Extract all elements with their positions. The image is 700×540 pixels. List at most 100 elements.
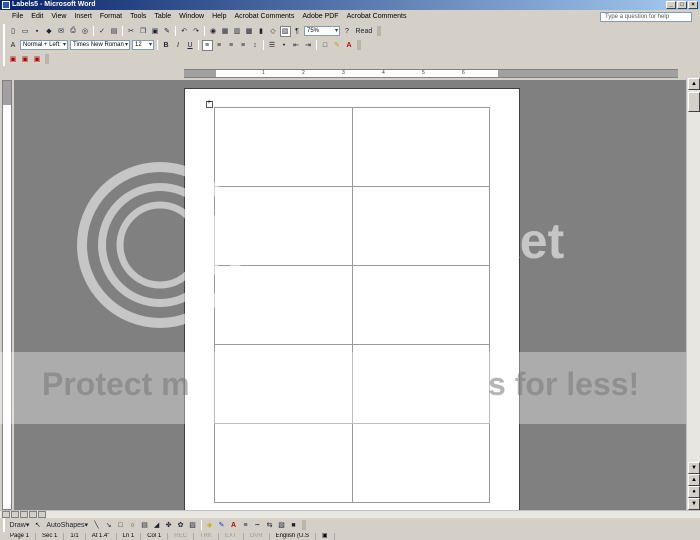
scroll-up-icon[interactable]: ▲ bbox=[688, 78, 700, 90]
label-cell[interactable] bbox=[214, 423, 353, 503]
menu-edit[interactable]: Edit bbox=[27, 11, 47, 23]
convert-pdf-icon[interactable]: ▣ bbox=[8, 54, 19, 65]
show-hide-icon[interactable]: ¶ bbox=[292, 26, 303, 37]
redo-icon[interactable]: ↷ bbox=[191, 26, 202, 37]
arrow-icon[interactable]: ↘ bbox=[103, 520, 114, 531]
status-ext[interactable]: EXT bbox=[219, 533, 244, 540]
menu-adobe-pdf[interactable]: Adobe PDF bbox=[298, 11, 342, 23]
excel-icon[interactable]: ▩ bbox=[244, 26, 255, 37]
permission-icon[interactable]: ◆ bbox=[44, 26, 55, 37]
help-icon[interactable]: ? bbox=[342, 26, 353, 37]
normal-view-icon[interactable] bbox=[2, 511, 10, 518]
line-spacing-icon[interactable]: ↕ bbox=[250, 40, 261, 51]
status-trk[interactable]: TRK bbox=[194, 533, 219, 540]
increase-indent-icon[interactable]: ⇥ bbox=[303, 40, 314, 51]
format-painter-icon[interactable]: ✎ bbox=[162, 26, 173, 37]
cut-icon[interactable]: ✂ bbox=[126, 26, 137, 37]
open-icon[interactable]: ▭ bbox=[20, 26, 31, 37]
select-browse-object-icon[interactable]: ● bbox=[688, 486, 700, 498]
menu-file[interactable]: File bbox=[8, 11, 27, 23]
tables-borders-icon[interactable]: ▦ bbox=[220, 26, 231, 37]
label-cell[interactable] bbox=[214, 186, 353, 266]
label-cell[interactable] bbox=[351, 423, 490, 503]
formatting-options-chevron[interactable] bbox=[357, 40, 361, 50]
zoom-select[interactable]: 75% bbox=[304, 26, 340, 36]
oval-icon[interactable]: ○ bbox=[127, 520, 138, 531]
minimize-button[interactable]: _ bbox=[666, 1, 676, 9]
font-size-select[interactable]: 12 bbox=[132, 40, 154, 50]
label-cell[interactable] bbox=[214, 344, 353, 424]
line-icon[interactable]: ╲ bbox=[91, 520, 102, 531]
fill-color-icon[interactable]: ◈ bbox=[204, 520, 215, 531]
research-icon[interactable]: ▤ bbox=[109, 26, 120, 37]
style-select[interactable]: Normal + Left: bbox=[20, 40, 68, 50]
next-page-icon[interactable]: ▼ bbox=[688, 498, 700, 510]
diagram-icon[interactable]: ✤ bbox=[163, 520, 174, 531]
bullets-icon[interactable]: • bbox=[279, 40, 290, 51]
paste-icon[interactable]: ▣ bbox=[150, 26, 161, 37]
email-icon[interactable]: ✉ bbox=[56, 26, 67, 37]
pdf-review-icon[interactable]: ▣ bbox=[32, 54, 43, 65]
vertical-scrollbar[interactable]: ▲ ▼ ▲ ● ▼ bbox=[686, 78, 700, 510]
menu-table[interactable]: Table bbox=[150, 11, 175, 23]
line-style-icon[interactable]: ≡ bbox=[240, 520, 251, 531]
autoshapes-menu[interactable]: AutoShapes ▾ bbox=[44, 520, 90, 531]
font-color-icon[interactable]: A bbox=[344, 40, 355, 51]
picture-icon[interactable]: ▨ bbox=[187, 520, 198, 531]
align-left-icon[interactable]: ≡ bbox=[201, 39, 213, 51]
label-cell[interactable] bbox=[351, 344, 490, 424]
menu-acrobat-comments[interactable]: Acrobat Comments bbox=[230, 11, 298, 23]
draw-font-color-icon[interactable]: A bbox=[228, 520, 239, 531]
hyperlink-icon[interactable]: ◉ bbox=[208, 26, 219, 37]
menu-help[interactable]: Help bbox=[208, 11, 230, 23]
scroll-down-icon[interactable]: ▼ bbox=[688, 462, 700, 474]
bold-button[interactable]: B bbox=[161, 40, 172, 51]
line-color-icon[interactable]: ✎ bbox=[216, 520, 227, 531]
print-layout-view-icon[interactable] bbox=[20, 511, 28, 518]
label-cell[interactable] bbox=[351, 265, 490, 345]
label-table[interactable] bbox=[214, 107, 490, 503]
font-select[interactable]: Times New Roman bbox=[70, 40, 130, 50]
toolbar-options-chevron[interactable] bbox=[376, 26, 381, 36]
read-button[interactable]: Read bbox=[354, 26, 375, 37]
align-center-icon[interactable]: ≡ bbox=[214, 40, 225, 51]
menu-insert[interactable]: Insert bbox=[70, 11, 96, 23]
pdf-email-icon[interactable]: ▣ bbox=[20, 54, 31, 65]
shadow-icon[interactable]: ▧ bbox=[276, 520, 287, 531]
numbering-icon[interactable]: ☰ bbox=[267, 40, 278, 51]
menu-tools[interactable]: Tools bbox=[126, 11, 150, 23]
status-ovr[interactable]: OVR bbox=[244, 533, 270, 540]
menu-window[interactable]: Window bbox=[175, 11, 208, 23]
draw-menu[interactable]: Draw ▾ bbox=[8, 520, 32, 531]
reading-view-icon[interactable] bbox=[38, 511, 46, 518]
save-icon[interactable]: ▪ bbox=[32, 26, 43, 37]
document-page[interactable] bbox=[184, 88, 520, 510]
label-cell[interactable] bbox=[214, 265, 353, 345]
menu-format[interactable]: Format bbox=[96, 11, 126, 23]
clipart-icon[interactable]: ✿ bbox=[175, 520, 186, 531]
columns-icon[interactable]: ▮ bbox=[256, 26, 267, 37]
highlight-icon[interactable]: ✎ bbox=[332, 40, 343, 51]
textbox-icon[interactable]: ▤ bbox=[139, 520, 150, 531]
decrease-indent-icon[interactable]: ⇤ bbox=[291, 40, 302, 51]
prev-page-icon[interactable]: ▲ bbox=[688, 474, 700, 486]
table-move-handle-icon[interactable] bbox=[206, 99, 213, 108]
new-doc-icon[interactable]: ▯ bbox=[8, 26, 19, 37]
label-cell[interactable] bbox=[351, 107, 490, 187]
web-view-icon[interactable] bbox=[11, 511, 19, 518]
menu-acrobat-comments-2[interactable]: Acrobat Comments bbox=[343, 11, 411, 23]
table-icon[interactable]: ▥ bbox=[232, 26, 243, 37]
3d-icon[interactable]: ■ bbox=[288, 520, 299, 531]
justify-icon[interactable]: ≡ bbox=[238, 40, 249, 51]
menu-view[interactable]: View bbox=[47, 11, 70, 23]
border-icon[interactable]: □ bbox=[320, 40, 331, 51]
vertical-ruler[interactable] bbox=[2, 80, 12, 510]
print-icon[interactable]: ⎙ bbox=[68, 26, 79, 37]
undo-icon[interactable]: ↶ bbox=[179, 26, 190, 37]
drawing-icon[interactable]: ◇ bbox=[268, 26, 279, 37]
maximize-button[interactable]: □ bbox=[677, 1, 687, 9]
styles-icon[interactable]: A bbox=[8, 40, 19, 51]
wordart-icon[interactable]: ◢ bbox=[151, 520, 162, 531]
document-map-icon[interactable]: ▧ bbox=[279, 25, 291, 37]
scroll-thumb[interactable] bbox=[688, 92, 700, 112]
